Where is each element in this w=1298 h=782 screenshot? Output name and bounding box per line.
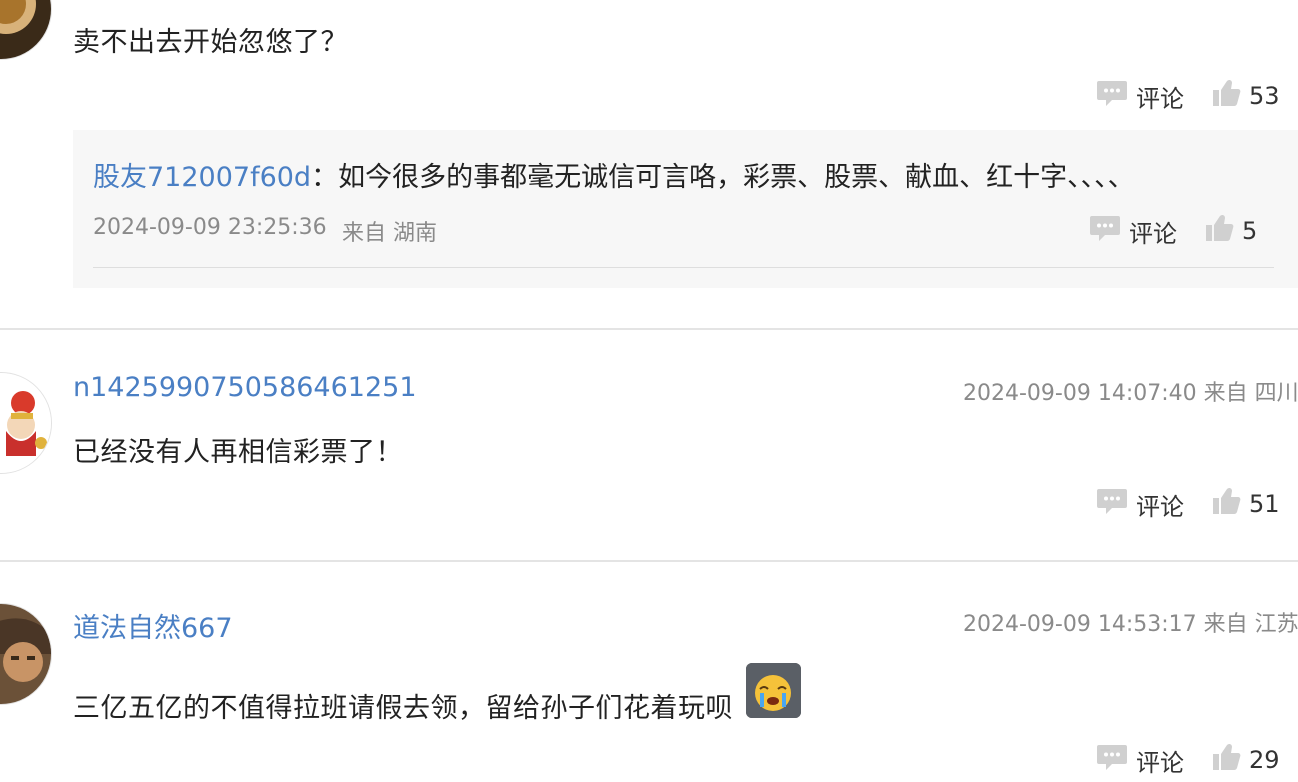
reply-line: 股友712007f60d：如今很多的事都毫无诚信可言咯，彩票、股票、献血、红十字…: [93, 155, 1135, 194]
comment-text: 已经没有人再相信彩票了！: [73, 437, 403, 468]
like-button[interactable]: 53: [1211, 78, 1280, 114]
reply-separator: ：: [311, 162, 339, 193]
reply-username[interactable]: 股友712007f60d: [93, 162, 311, 193]
comment-bubble-icon: [1096, 486, 1128, 522]
avatar[interactable]: [0, 372, 52, 474]
comment-bubble-icon: [1096, 742, 1128, 778]
avatar-image: [0, 604, 51, 704]
divider: [0, 560, 1298, 562]
comment-label: 评论: [1136, 492, 1184, 521]
reply-time: 2024-09-09 23:25:36: [93, 215, 327, 240]
thumbs-up-icon: [1211, 78, 1241, 114]
like-count: 51: [1249, 490, 1280, 518]
like-count: 53: [1249, 82, 1280, 110]
comment-label: 评论: [1136, 84, 1184, 113]
reply-like-button[interactable]: 5: [1204, 213, 1257, 249]
reply-comment-button[interactable]: 评论: [1089, 213, 1177, 249]
username[interactable]: n1425990750586461251: [73, 372, 417, 403]
reply-box: 股友712007f60d：如今很多的事都毫无诚信可言咯，彩票、股票、献血、红十字…: [73, 130, 1298, 288]
crying-emoji-icon: [746, 663, 801, 718]
divider: [93, 267, 1274, 268]
like-button[interactable]: 29: [1211, 742, 1280, 778]
comment-meta: 2024-09-09 14:53:17 来自 江苏: [963, 612, 1298, 637]
comment-label: 评论: [1129, 219, 1177, 248]
username[interactable]: 道法自然667: [73, 606, 233, 645]
comment-meta: 2024-09-09 14:07:40 来自 四川: [963, 381, 1298, 406]
reply-text: 如今很多的事都毫无诚信可言咯，彩票、股票、献血、红十字、、、、: [338, 162, 1135, 193]
thumbs-up-icon: [1211, 742, 1241, 778]
thumbs-up-icon: [1211, 486, 1241, 522]
comment-text: 三亿五亿的不值得拉班请假去领，留给孙子们花着玩呗: [73, 693, 733, 724]
avatar-image: [0, 373, 51, 473]
like-count: 29: [1249, 746, 1280, 774]
like-button[interactable]: 51: [1211, 486, 1280, 522]
comment-button[interactable]: 评论: [1096, 78, 1184, 114]
reply-location: 来自 湖南: [342, 221, 437, 246]
comment-button[interactable]: 评论: [1096, 486, 1184, 522]
thumbs-up-icon: [1204, 213, 1234, 249]
like-count: 5: [1242, 217, 1258, 245]
avatar-image: [0, 0, 51, 59]
comment-bubble-icon: [1096, 78, 1128, 114]
divider: [0, 328, 1298, 330]
comment-text: 卖不出去开始忽悠了？: [73, 27, 348, 58]
comment-bubble-icon: [1089, 213, 1121, 249]
avatar[interactable]: [0, 603, 52, 705]
comment-label: 评论: [1136, 748, 1184, 777]
comment-button[interactable]: 评论: [1096, 742, 1184, 778]
avatar[interactable]: [0, 0, 52, 60]
